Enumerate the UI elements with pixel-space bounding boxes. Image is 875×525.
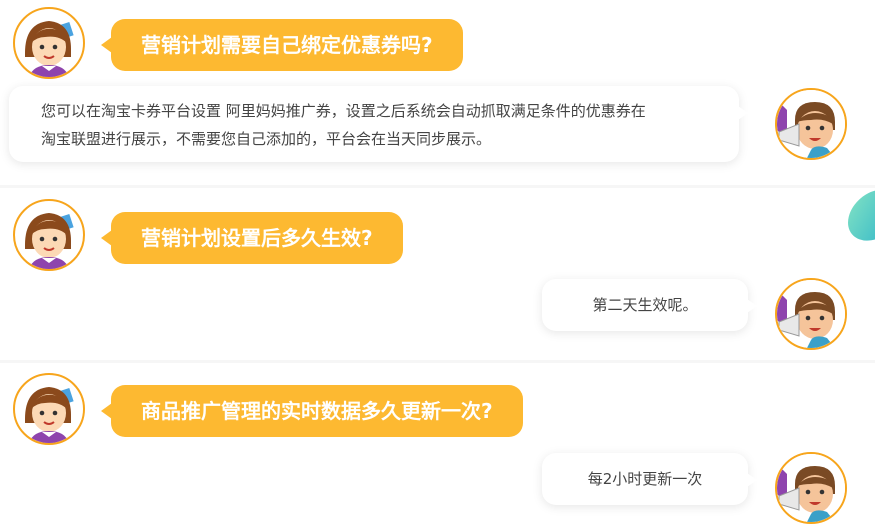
faq-item-1: 营销计划需要自己绑定优惠券吗? 您可以在淘宝卡券平台设置 阿里妈妈推广券，设置之… — [0, 0, 875, 185]
question-bubble: 营销计划设置后多久生效? — [101, 212, 403, 264]
question-bubble: 营销计划需要自己绑定优惠券吗? — [101, 19, 463, 71]
answer-bubble: 您可以在淘宝卡券平台设置 阿里妈妈推广券，设置之后系统会自动抓取满足条件的优惠券… — [9, 86, 748, 162]
answer-text-line-1: 您可以在淘宝卡券平台设置 阿里妈妈推广券，设置之后系统会自动抓取满足条件的优惠券… — [41, 102, 646, 120]
answer-text-line-2: 淘宝联盟进行展示，不需要您自己添加的，平台会在当天同步展示。 — [41, 130, 492, 148]
boy-megaphone-avatar-icon — [775, 88, 847, 160]
boy-megaphone-avatar-icon — [775, 278, 847, 350]
question-text: 营销计划需要自己绑定优惠券吗? — [141, 33, 433, 57]
girl-avatar-icon — [13, 199, 85, 271]
boy-megaphone-avatar-icon — [775, 452, 847, 524]
answer-bubble: 第二天生效呢。 — [542, 279, 757, 331]
answer-text: 每2小时更新一次 — [587, 470, 703, 488]
question-text: 营销计划设置后多久生效? — [141, 226, 373, 250]
question-text: 商品推广管理的实时数据多久更新一次? — [141, 399, 493, 423]
answer-text: 第二天生效呢。 — [592, 296, 698, 314]
answer-bubble: 每2小时更新一次 — [542, 453, 757, 505]
girl-avatar-icon — [13, 7, 85, 79]
girl-avatar-icon — [13, 373, 85, 445]
question-bubble: 商品推广管理的实时数据多久更新一次? — [101, 385, 523, 437]
faq-item-2: 营销计划设置后多久生效? — [0, 188, 875, 360]
